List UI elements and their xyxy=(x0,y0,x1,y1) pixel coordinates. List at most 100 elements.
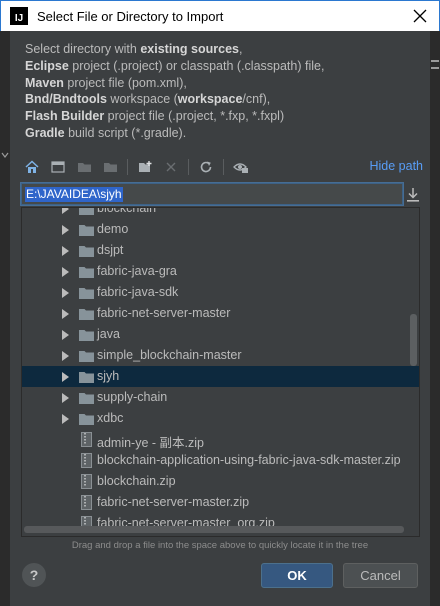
expand-arrow-icon[interactable] xyxy=(62,372,69,382)
project-directory-button[interactable] xyxy=(75,158,93,176)
expand-arrow-icon[interactable] xyxy=(62,351,69,361)
new-folder-button[interactable] xyxy=(136,158,154,176)
description-text: , xyxy=(238,42,243,56)
zip-file-icon xyxy=(81,432,92,447)
tree-file-row[interactable]: blockchain-application-using-fabric-java… xyxy=(22,450,419,471)
tree-folder-row[interactable]: supply-chain xyxy=(22,387,419,408)
tree-folder-row[interactable]: blockchain xyxy=(22,207,419,219)
file-chooser-toolbar: Hide path xyxy=(23,157,423,177)
module-folder-icon xyxy=(103,163,117,172)
tree-item-label: java xyxy=(97,327,120,341)
folder-icon xyxy=(79,245,94,257)
description-text: workspace ( xyxy=(106,92,178,107)
expand-arrow-icon[interactable] xyxy=(62,330,69,340)
import-description: Select directory with existing sources, E… xyxy=(25,41,324,142)
show-hidden-icon xyxy=(233,163,248,173)
cancel-button[interactable]: Cancel xyxy=(343,563,418,588)
folder-icon xyxy=(79,413,94,425)
description-keyword: existing sources xyxy=(140,42,239,56)
folder-icon xyxy=(79,224,94,236)
folder-icon xyxy=(79,329,94,341)
tree-item-label: blockchain xyxy=(97,207,157,215)
import-dialog: Select directory with existing sources, E… xyxy=(10,31,430,606)
tree-folder-row[interactable]: fabric-net-server-master xyxy=(22,303,419,324)
window-title: Select File or Directory to Import xyxy=(37,8,224,24)
description-text: project file (pom.xml), xyxy=(63,75,187,90)
tree-folder-row[interactable]: demo xyxy=(22,219,419,240)
expand-arrow-icon[interactable] xyxy=(62,267,69,277)
tree-item-label: supply-chain xyxy=(97,390,168,404)
tree-folder-row[interactable]: fabric-java-sdk xyxy=(22,282,419,303)
description-keyword: Eclipse xyxy=(25,58,69,73)
tree-item-label: fabric-net-server-master xyxy=(97,306,231,320)
toolbar-separator xyxy=(223,159,224,175)
home-button[interactable] xyxy=(23,158,41,176)
drag-drop-hint: Drag and drop a file into the space abov… xyxy=(71,540,369,551)
delete-button[interactable] xyxy=(162,158,180,176)
tree-item-label: fabric-java-gra xyxy=(97,264,177,278)
toolbar-separator xyxy=(188,159,189,175)
description-line: Flash Builder project file (.project, *.… xyxy=(25,108,324,125)
tree-file-row[interactable]: blockchain.zip xyxy=(22,471,419,492)
folder-icon xyxy=(79,287,94,299)
expand-arrow-icon[interactable] xyxy=(62,288,69,298)
expand-arrow-icon[interactable] xyxy=(62,246,69,256)
zip-file-icon xyxy=(81,453,92,468)
description-text: /cnf), xyxy=(242,92,271,107)
description-keyword: Flash Builder xyxy=(25,109,105,124)
tree-vertical-scrollbar[interactable] xyxy=(410,314,417,366)
tree-horizontal-scrollbar[interactable] xyxy=(24,526,404,533)
close-window-button[interactable] xyxy=(409,5,431,27)
expand-arrow-icon[interactable] xyxy=(62,393,69,403)
description-keyword: Gradle xyxy=(25,125,65,140)
tree-folder-row[interactable]: dsjpt xyxy=(22,240,419,261)
tree-item-label: fabric-java-sdk xyxy=(97,285,179,299)
zip-file-icon xyxy=(81,474,92,489)
download-icon[interactable] xyxy=(406,187,420,203)
description-text: project (.project) or classpath (.classp… xyxy=(68,58,325,73)
ok-button[interactable]: OK xyxy=(261,563,333,588)
description-keyword: workspace xyxy=(177,92,243,107)
expand-arrow-icon[interactable] xyxy=(62,208,69,214)
folder-icon xyxy=(79,371,94,383)
tree-item-label: sjyh xyxy=(97,369,120,383)
delete-icon xyxy=(166,162,176,172)
desktop-icon xyxy=(51,161,65,173)
expand-arrow-icon[interactable] xyxy=(62,225,69,235)
home-icon xyxy=(25,160,39,173)
toolbar-separator xyxy=(127,159,128,175)
description-keyword: Maven xyxy=(25,75,64,90)
path-input[interactable]: E:\JAVAIDEA\sjyh xyxy=(21,183,403,205)
zip-file-icon xyxy=(81,495,92,510)
tree-file-row[interactable]: admin-ye - 副本.zip xyxy=(22,429,419,450)
folder-icon xyxy=(79,392,94,404)
description-text: project file (.project, *.fxp, *.fxpl) xyxy=(104,109,285,124)
tree-folder-row[interactable]: simple_blockchain-master xyxy=(22,345,419,366)
help-button[interactable]: ? xyxy=(22,563,46,587)
project-folder-icon xyxy=(77,163,91,172)
background-ide-left-edge xyxy=(0,31,10,606)
desktop-button[interactable] xyxy=(49,158,67,176)
expand-arrow-icon[interactable] xyxy=(62,414,69,424)
tree-item-label: fabric-net-server-master.zip xyxy=(97,495,250,509)
description-line: Gradle build script (*.gradle). xyxy=(25,125,324,142)
tree-horizontal-scrollbar-track xyxy=(22,524,419,534)
window-title-bar: IJ Select File or Directory to Import xyxy=(0,0,440,31)
refresh-button[interactable] xyxy=(197,158,215,176)
tree-file-row[interactable]: fabric-net-server-master.zip xyxy=(22,492,419,513)
close-icon xyxy=(413,9,427,23)
module-directory-button[interactable] xyxy=(101,158,119,176)
description-text: build script (*.gradle). xyxy=(64,125,187,140)
description-line: Maven project file (pom.xml), xyxy=(25,75,324,92)
hide-path-link[interactable]: Hide path xyxy=(369,159,423,173)
expand-arrow-icon[interactable] xyxy=(62,309,69,319)
tree-folder-row[interactable]: java xyxy=(22,324,419,345)
tree-folder-row[interactable]: fabric-java-gra xyxy=(22,261,419,282)
tree-item-label: dsjpt xyxy=(97,243,124,257)
tree-folder-row[interactable]: xdbc xyxy=(22,408,419,429)
description-keyword: Bnd/Bndtools xyxy=(25,92,107,107)
tree-folder-row[interactable]: sjyh xyxy=(22,366,419,387)
file-tree[interactable]: fabric-net-server-master_org.zip fabric-n… xyxy=(21,207,420,537)
folder-icon xyxy=(79,266,94,278)
show-hidden-files-button[interactable] xyxy=(232,158,250,176)
